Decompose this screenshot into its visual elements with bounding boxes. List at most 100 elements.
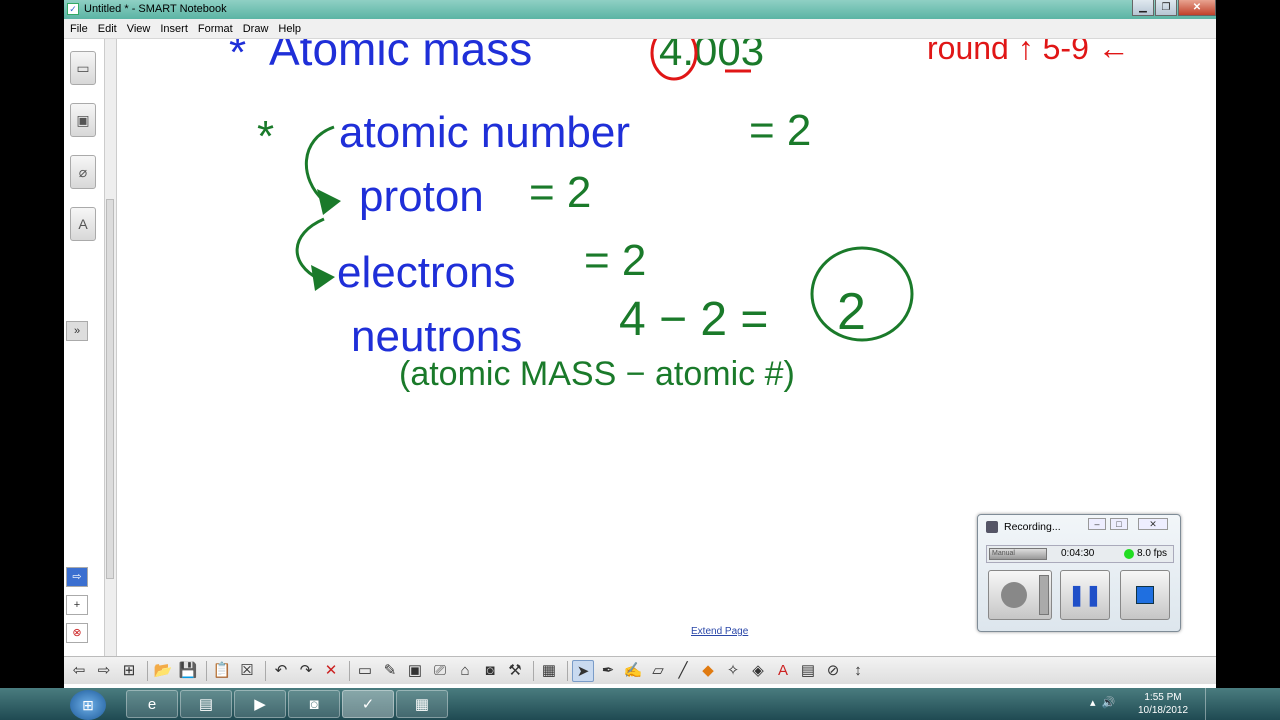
pens-icon[interactable]: ✎ — [379, 660, 401, 682]
display-icon[interactable]: ▣ — [404, 660, 426, 682]
table-icon[interactable]: ▦ — [538, 660, 560, 682]
menu-insert[interactable]: Insert — [160, 23, 188, 35]
recorder-minimize-button[interactable]: – — [1088, 518, 1106, 530]
taskbar-ie-icon[interactable]: e — [126, 690, 178, 718]
taskbar-notebook-icon[interactable]: ✓ — [342, 690, 394, 718]
taskbar-pdf-icon[interactable]: ▦ — [396, 690, 448, 718]
undo-icon[interactable]: ↶ — [270, 660, 292, 682]
properties-icon[interactable]: A — [70, 207, 96, 241]
recorder-maximize-button[interactable]: □ — [1110, 518, 1128, 530]
arrow-curve-1 — [304, 125, 335, 203]
toolbar-separator — [147, 660, 148, 681]
close-button[interactable]: ✕ — [1178, 0, 1216, 16]
start-button[interactable]: ⊞ — [70, 690, 106, 720]
notebook-icon: ✓ — [67, 3, 79, 15]
select-icon[interactable]: ➤ — [572, 659, 594, 682]
shapes-icon[interactable]: ◆ — [697, 660, 719, 682]
menu-help[interactable]: Help — [278, 23, 301, 35]
status-dot-icon — [1124, 549, 1134, 559]
windows-taskbar: ⊞ e ▤ ▶ ◙ ✓ ▦ ▴ 🔊 1:55 PM 10/18/2012 — [0, 688, 1280, 720]
recorder-close-button[interactable]: ✕ — [1138, 518, 1168, 530]
neutrons-label: neutrons — [351, 312, 522, 361]
maximize-button[interactable]: ❐ — [1155, 0, 1177, 16]
menu-format[interactable]: Format — [198, 23, 233, 35]
document-camera-icon[interactable]: ⌂ — [454, 660, 476, 682]
record-button[interactable] — [988, 570, 1052, 620]
text-icon[interactable]: A — [772, 660, 794, 682]
arrow-head-2 — [311, 265, 335, 291]
recording-fps: 8.0 fps — [1137, 548, 1168, 559]
toolbar-customize-icon[interactable]: ⚒ — [504, 660, 526, 682]
attachments-icon[interactable]: ⌀ — [70, 155, 96, 189]
minimize-button[interactable]: ▁ — [1132, 0, 1154, 16]
asterisk-1: * — [229, 39, 246, 77]
toolbar-separator — [349, 660, 350, 681]
bottom-toolbar: ⇦ ⇨ ⊞ 📂 💾 📋 ☒ ↶ ↷ ✕ ▭ ✎ ▣ ⎚ ⌂ ◙ ⚒ ▦ ➤ ✒ … — [64, 656, 1216, 684]
properties-toolbar-icon[interactable]: ▤ — [797, 660, 819, 682]
gallery-icon[interactable]: ▣ — [70, 103, 96, 137]
camera-icon[interactable]: ◙ — [479, 660, 501, 682]
recorder-info-bar: Manual 0:04:30 8.0 fps — [986, 545, 1174, 563]
page-sorter-icon[interactable]: ▭ — [70, 51, 96, 85]
expand-panel-icon[interactable]: » — [66, 321, 88, 341]
recording-time: 0:04:30 — [1061, 548, 1095, 559]
electrons-label: electrons — [337, 248, 516, 297]
asterisk-2: * — [257, 112, 274, 161]
record-dropdown-icon[interactable] — [1039, 575, 1049, 615]
recording-mode-dropdown[interactable]: Manual — [989, 548, 1047, 560]
extend-page-link[interactable]: Extend Page — [691, 626, 748, 637]
menu-file[interactable]: File — [70, 23, 88, 35]
forward-icon[interactable]: ⇨ — [93, 660, 115, 682]
menu-view[interactable]: View — [127, 23, 151, 35]
toolbar-separator — [206, 660, 207, 681]
proton-value: = 2 — [529, 168, 591, 217]
menu-edit[interactable]: Edit — [98, 23, 117, 35]
creative-pen-icon[interactable]: ✍ — [622, 660, 644, 682]
fill-icon[interactable]: ◈ — [747, 660, 769, 682]
system-tray[interactable]: ▴ 🔊 — [1090, 696, 1115, 709]
stop-button[interactable] — [1120, 570, 1170, 620]
window-title: Untitled * - SMART Notebook — [84, 3, 227, 15]
letterbox-left — [0, 0, 64, 688]
delete-icon[interactable]: ✕ — [320, 660, 342, 682]
magic-pen-icon[interactable]: ✧ — [722, 660, 744, 682]
save-icon[interactable]: 💾 — [177, 660, 199, 682]
delete-page-icon[interactable]: ☒ — [236, 660, 258, 682]
scrollbar-thumb[interactable] — [106, 199, 114, 579]
atomic-number-value: = 2 — [749, 106, 811, 155]
paste-icon[interactable]: 📋 — [211, 660, 233, 682]
atomic-mass-label: Atomic mass — [269, 39, 532, 75]
side-scrollbar[interactable] — [104, 39, 116, 656]
taskbar-media-icon[interactable]: ▶ — [234, 690, 286, 718]
line-icon[interactable]: ╱ — [672, 660, 694, 682]
screen-shade-icon[interactable]: ▭ — [354, 660, 376, 682]
stop-icon — [1136, 586, 1154, 604]
menu-draw[interactable]: Draw — [243, 23, 269, 35]
recorder-window: Recording... – □ ✕ Manual 0:04:30 8.0 fp… — [977, 514, 1181, 632]
add-page-icon[interactable]: ⊞ — [118, 660, 140, 682]
arrow-head-1 — [317, 189, 341, 215]
taskbar-clock[interactable]: 1:55 PM 10/18/2012 — [1130, 691, 1196, 717]
letterbox-right — [1216, 0, 1280, 688]
redo-icon[interactable]: ↷ — [295, 660, 317, 682]
taskbar-recorder-icon[interactable]: ◙ — [288, 690, 340, 718]
proton-label: proton — [359, 172, 484, 221]
back-icon[interactable]: ⇦ — [68, 660, 90, 682]
pause-icon: ❚❚ — [1068, 584, 1102, 607]
add-page-side-icon[interactable]: + — [66, 595, 88, 615]
pen-icon[interactable]: ✒ — [597, 660, 619, 682]
eraser-icon[interactable]: ▱ — [647, 660, 669, 682]
recorder-icon — [986, 521, 998, 533]
pause-button[interactable]: ❚❚ — [1060, 570, 1110, 620]
rounding-note: round ↑ 5-9 ← — [927, 39, 1130, 66]
move-panel-icon[interactable]: ⇨ — [66, 567, 88, 587]
show-desktop-button[interactable] — [1205, 688, 1217, 720]
screen-capture-icon[interactable]: ⎚ — [429, 660, 451, 682]
open-icon[interactable]: 📂 — [152, 660, 174, 682]
delete-page-side-icon[interactable]: ⊗ — [66, 623, 88, 643]
move-toolbar-icon[interactable]: ↕ — [847, 660, 869, 682]
clock-time: 1:55 PM — [1144, 692, 1182, 703]
neutrons-answer: 2 — [837, 283, 866, 341]
taskbar-explorer-icon[interactable]: ▤ — [180, 690, 232, 718]
measurement-icon[interactable]: ⊘ — [822, 660, 844, 682]
